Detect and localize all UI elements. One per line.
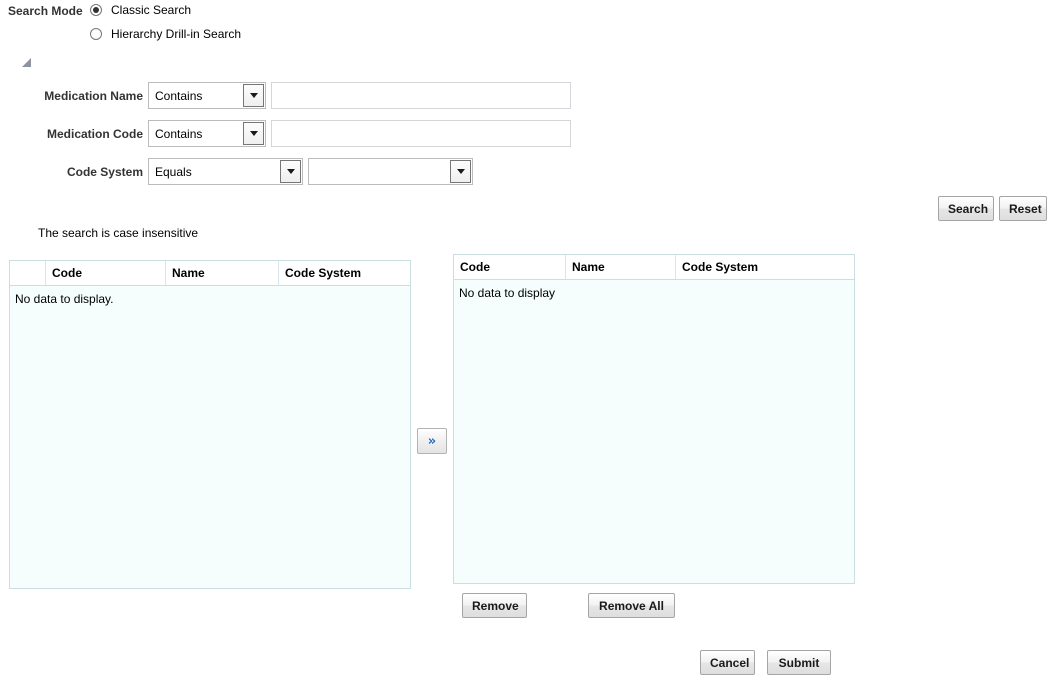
selected-table: Code Name Code System No data to display [453,254,855,584]
selected-table-header-code[interactable]: Code [454,255,566,279]
selected-table-empty-message: No data to display [454,280,854,583]
results-table-header-select [10,261,46,285]
medication-code-label: Medication Code [46,126,143,141]
remove-all-button[interactable]: Remove All [588,593,675,618]
results-table: Code Name Code System No data to display… [9,260,411,589]
radio-hierarchy-drill-in-label: Hierarchy Drill-in Search [111,27,242,41]
search-mode-label: Search Mode [8,4,83,18]
move-right-glyph: » [427,433,437,449]
chevron-down-icon[interactable] [243,84,264,107]
code-system-operator-value: Equals [155,164,192,179]
radio-hierarchy-drill-in-indicator[interactable] [90,28,102,40]
medication-code-operator-select[interactable]: Contains [148,120,266,147]
results-table-header-code-system[interactable]: Code System [279,261,410,285]
medication-code-operator-value: Contains [155,126,203,141]
results-table-header-name[interactable]: Name [166,261,279,285]
selected-table-header-name[interactable]: Name [566,255,676,279]
form-row-medication-code: Medication Code Contains [0,120,571,147]
results-table-header-code[interactable]: Code [46,261,166,285]
results-table-header: Code Name Code System [10,261,410,286]
search-button[interactable]: Search [938,196,994,221]
form-row-code-system: Code System Equals [0,158,473,185]
medication-name-label: Medication Name [44,88,143,103]
cancel-button[interactable]: Cancel [700,650,755,675]
code-system-value-select[interactable] [308,158,473,185]
selected-table-header-code-system[interactable]: Code System [676,255,854,279]
radio-option-classic-search[interactable]: Classic Search [90,3,191,17]
submit-button[interactable]: Submit [767,650,831,675]
selected-table-header: Code Name Code System [454,255,854,280]
results-table-empty-message: No data to display. [10,286,410,588]
reset-button[interactable]: Reset [999,196,1047,221]
radio-classic-search-indicator[interactable] [90,4,102,16]
case-insensitive-hint: The search is case insensitive [38,226,199,240]
chevron-down-icon[interactable] [243,122,264,145]
chevron-down-icon[interactable] [450,160,471,183]
medication-code-input[interactable] [271,120,571,147]
double-chevron-right-icon[interactable]: » [417,428,447,454]
form-row-medication-name: Medication Name Contains [0,82,571,109]
medication-name-input[interactable] [271,82,571,109]
medication-name-operator-select[interactable]: Contains [148,82,266,109]
code-system-operator-select[interactable]: Equals [148,158,303,185]
code-system-value-text [309,159,449,184]
medication-name-operator-value: Contains [155,88,203,103]
triangle-collapse-icon[interactable] [22,58,31,67]
code-system-label: Code System [66,164,143,179]
remove-button[interactable]: Remove [462,593,527,618]
radio-classic-search-label: Classic Search [111,3,192,17]
radio-option-hierarchy-drill-in-search[interactable]: Hierarchy Drill-in Search [90,27,241,41]
chevron-down-icon[interactable] [280,160,301,183]
